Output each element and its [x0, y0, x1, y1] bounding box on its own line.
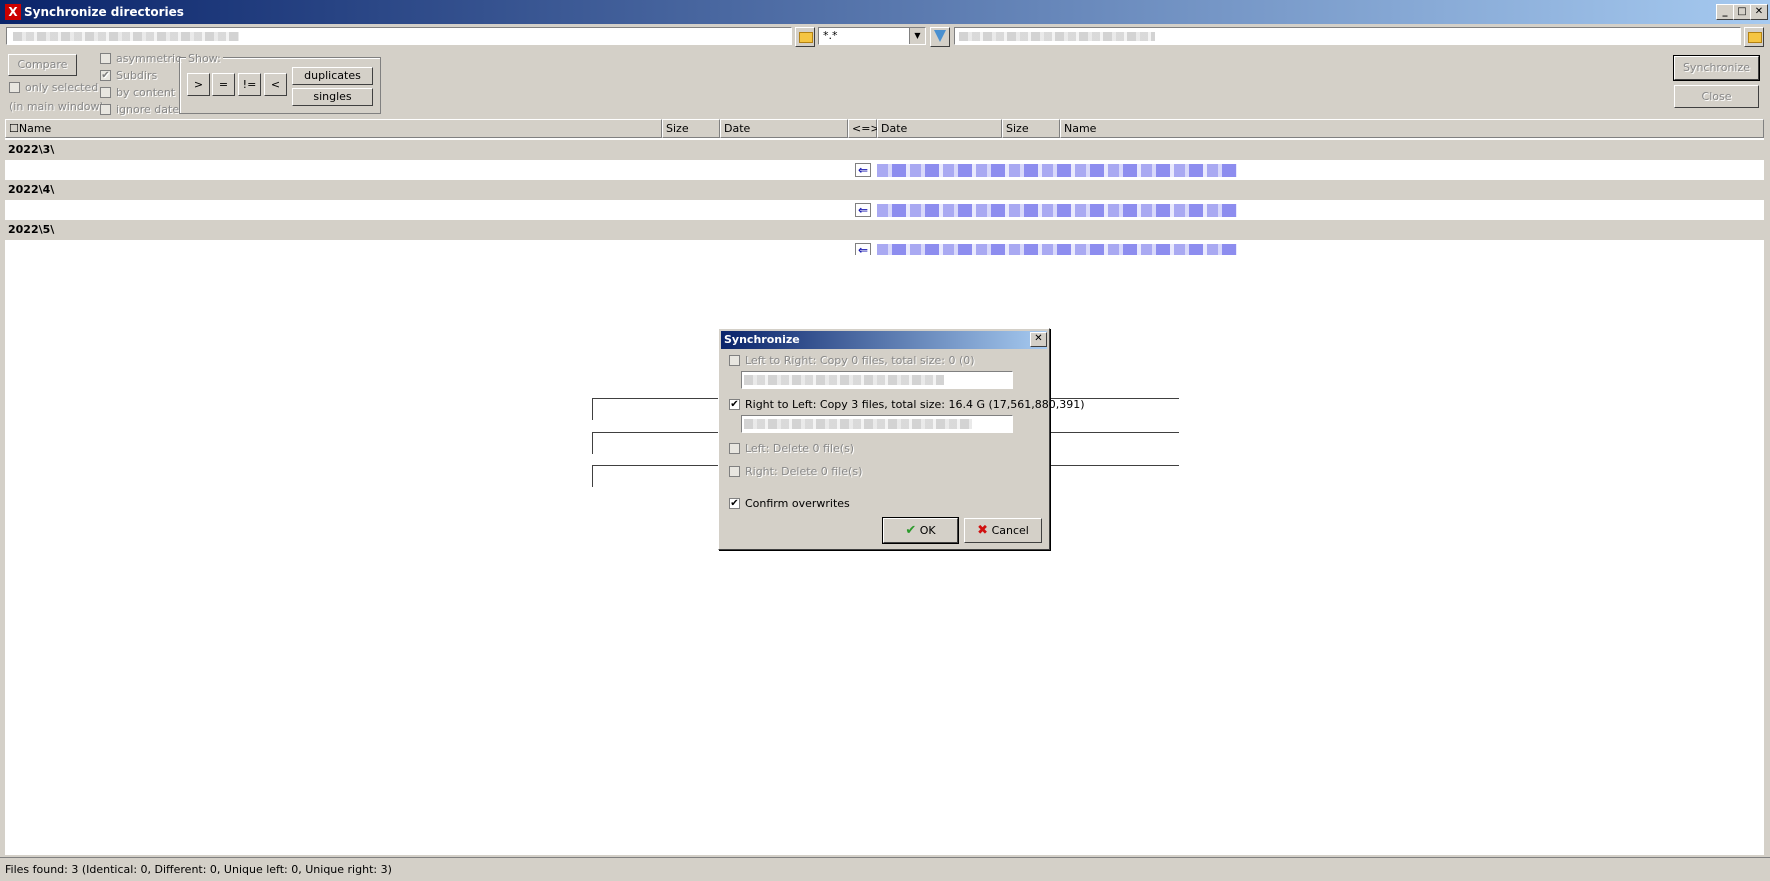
only-selected-label: only selected — [25, 81, 99, 94]
left-path-input[interactable] — [6, 27, 792, 45]
artifact-line — [592, 465, 593, 487]
ignore-date-label: ignore date — [116, 103, 180, 116]
directory-row[interactable]: 2022\3\ — [5, 140, 1764, 160]
comparison-grid[interactable]: ☐Name Size Date <=> Date Size Name 2022\… — [5, 119, 1764, 260]
right-file-redacted — [877, 164, 1237, 177]
file-row[interactable]: ⇐ — [5, 200, 1764, 220]
left-delete-label: Left: Delete 0 file(s) — [745, 442, 855, 455]
file-filter-combobox[interactable]: *.* ▼ — [818, 27, 926, 45]
right-to-left-label: Right to Left: Copy 3 files, total size:… — [745, 398, 1085, 411]
header-compare[interactable]: <=> — [848, 119, 880, 138]
folder-icon — [799, 32, 813, 43]
confirm-overwrites-checkbox[interactable]: ✔ — [729, 498, 740, 509]
copy-left-arrow-icon[interactable]: ⇐ — [855, 203, 871, 217]
cancel-label: Cancel — [991, 524, 1029, 537]
target-path-redacted — [744, 375, 944, 385]
cancel-button[interactable]: ✖ Cancel — [964, 518, 1042, 543]
funnel-icon — [934, 30, 946, 42]
left-to-right-target-field[interactable] — [741, 371, 1013, 389]
by-content-label: by content — [116, 86, 176, 99]
artifact-line — [592, 432, 593, 454]
dialog-close-icon[interactable]: ✕ — [1030, 332, 1047, 347]
compare-button[interactable]: Compare — [8, 54, 77, 76]
right-file-redacted — [877, 204, 1237, 217]
status-bar: Files found: 3 (Identical: 0, Different:… — [0, 857, 1770, 881]
right-to-left-checkbox[interactable]: ✔ — [729, 399, 740, 410]
subdirs-label: Subdirs — [116, 69, 158, 82]
left-browse-button[interactable] — [795, 27, 815, 47]
copy-left-arrow-icon[interactable]: ⇐ — [855, 163, 871, 177]
filter-button[interactable] — [930, 27, 950, 47]
minimize-button[interactable]: _ — [1716, 4, 1734, 20]
by-content-checkbox[interactable] — [100, 87, 111, 98]
synchronize-button[interactable]: Synchronize — [1673, 55, 1760, 81]
chevron-down-icon[interactable]: ▼ — [909, 28, 925, 44]
asymmetric-checkbox[interactable] — [100, 53, 111, 64]
sort-checkbox-icon: ☐ — [9, 122, 19, 135]
ok-label: OK — [919, 524, 936, 537]
header-right-size[interactable]: Size — [1002, 119, 1060, 138]
singles-button[interactable]: singles — [292, 88, 373, 106]
directory-row[interactable]: 2022\4\ — [5, 180, 1764, 200]
ok-button[interactable]: ✔ OK — [882, 517, 959, 544]
ignore-date-checkbox[interactable] — [100, 104, 111, 115]
title-bar: X Synchronize directories _ □ ✕ — [0, 0, 1770, 24]
file-filter-value: *.* — [823, 29, 838, 42]
header-left-date[interactable]: Date — [720, 119, 848, 138]
confirm-overwrites-label: Confirm overwrites — [745, 497, 850, 510]
duplicates-button[interactable]: duplicates — [292, 67, 373, 85]
subdirs-checkbox[interactable]: ✔ — [100, 70, 111, 81]
right-browse-button[interactable] — [1744, 27, 1764, 47]
right-to-left-target-field[interactable] — [741, 415, 1013, 433]
dialog-title: Synchronize — [724, 333, 800, 346]
only-selected-checkbox[interactable] — [9, 82, 20, 93]
asymmetric-label: asymmetric — [116, 52, 182, 65]
checkmark-icon: ✔ — [905, 523, 917, 538]
show-left-newer-button[interactable]: > — [187, 73, 210, 96]
right-delete-label: Right: Delete 0 file(s) — [745, 465, 863, 478]
right-path-input[interactable] — [954, 27, 1741, 45]
directory-row[interactable]: 2022\5\ — [5, 220, 1764, 240]
show-group-label: Show: — [186, 52, 223, 65]
left-path-redacted — [13, 32, 239, 41]
totalcmd-app-icon: X — [5, 4, 21, 20]
synchronize-dialog: Synchronize ✕ Left to Right: Copy 0 file… — [718, 328, 1085, 550]
synchronize-directories-window: X Synchronize directories _ □ ✕ *.* ▼ Co… — [0, 0, 1770, 881]
show-different-button[interactable]: != — [238, 73, 261, 96]
in-main-window-label: (in main window) — [9, 100, 104, 113]
left-delete-checkbox[interactable] — [729, 443, 740, 454]
header-left-size[interactable]: Size — [662, 119, 720, 138]
file-row[interactable]: ⇐ — [5, 160, 1764, 180]
folder-icon — [1748, 32, 1762, 43]
right-delete-checkbox[interactable] — [729, 466, 740, 477]
artifact-line — [592, 398, 593, 420]
close-button[interactable]: Close — [1674, 85, 1759, 108]
x-icon: ✖ — [977, 523, 989, 538]
header-left-name[interactable]: ☐Name — [5, 119, 662, 138]
dialog-title-bar: Synchronize ✕ — [721, 331, 1047, 349]
left-to-right-checkbox[interactable] — [729, 355, 740, 366]
right-path-redacted — [959, 32, 1155, 41]
target-path-redacted — [744, 419, 972, 429]
close-window-button[interactable]: ✕ — [1750, 4, 1768, 20]
maximize-button[interactable]: □ — [1733, 4, 1751, 20]
header-right-date[interactable]: Date — [877, 119, 1002, 138]
window-title: Synchronize directories — [24, 5, 184, 19]
show-identical-button[interactable]: = — [212, 73, 235, 96]
show-right-newer-button[interactable]: < — [264, 73, 287, 96]
header-right-name[interactable]: Name — [1060, 119, 1764, 138]
left-to-right-label: Left to Right: Copy 0 files, total size:… — [745, 354, 975, 367]
